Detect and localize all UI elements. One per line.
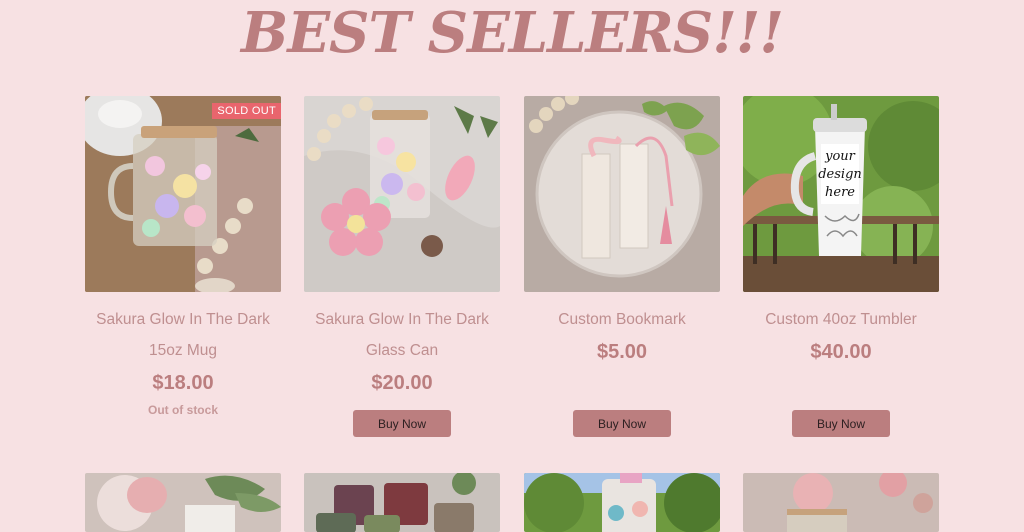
sold-out-badge: SOLD OUT — [212, 103, 281, 119]
product-name-line1[interactable]: Sakura Glow In The Dark — [85, 304, 281, 335]
product-name-line2[interactable]: Glass Can — [304, 335, 500, 366]
product-name[interactable]: Custom Bookmark — [524, 304, 720, 335]
product-image-row2-4[interactable] — [743, 473, 939, 532]
product-image-row2-2[interactable] — [304, 473, 500, 532]
product-image-sakura-mug[interactable]: SOLD OUT — [85, 96, 281, 292]
product-name-line1[interactable]: Custom Bookmark — [524, 304, 720, 335]
product-name[interactable]: Sakura Glow In The Dark 15oz Mug — [85, 304, 281, 366]
product-card-tumbler[interactable]: your design here Custom 40oz Tumbler $40… — [743, 96, 939, 366]
product-card-sakura-mug[interactable]: SOLD OUT Sakura Glow In The Dark 15oz Mu… — [85, 96, 281, 417]
product-image-bookmark[interactable] — [524, 96, 720, 292]
product-image-sakura-can[interactable] — [304, 96, 500, 292]
best-sellers-section: BEST SELLERS!!! SOLD OUT Sakura Glow In … — [0, 0, 1024, 532]
product-name-line2[interactable]: 15oz Mug — [85, 335, 281, 366]
product-card-sakura-can[interactable]: Sakura Glow In The Dark Glass Can $20.00 — [304, 96, 500, 397]
product-name[interactable]: Custom 40oz Tumbler — [743, 304, 939, 335]
tumbler-image-text-3: here — [825, 185, 855, 200]
product-price: $5.00 — [596, 341, 648, 363]
tumbler-image-text-2: design — [818, 167, 862, 182]
buy-now-button[interactable]: Buy Now — [792, 410, 890, 437]
product-image-row2-3[interactable] — [524, 473, 720, 532]
section-title: BEST SELLERS!!! — [241, 0, 784, 66]
product-name-line1[interactable]: Custom 40oz Tumbler — [743, 304, 939, 335]
product-name[interactable]: Sakura Glow In The Dark Glass Can — [304, 304, 500, 366]
buy-now-button[interactable]: Buy Now — [573, 410, 671, 437]
product-image-tumbler[interactable]: your design here — [743, 96, 939, 292]
product-price: $18.00 — [152, 372, 214, 394]
product-card-bookmark[interactable]: Custom Bookmark $5.00 — [524, 96, 720, 366]
product-name-line1[interactable]: Sakura Glow In The Dark — [304, 304, 500, 335]
product-price: $40.00 — [810, 341, 872, 363]
product-image-row2-1[interactable] — [85, 473, 281, 532]
product-price: $20.00 — [371, 372, 433, 394]
stock-status: Out of stock — [147, 403, 218, 417]
tumbler-image-text-1: your — [824, 149, 856, 164]
buy-now-button[interactable]: Buy Now — [353, 410, 451, 437]
